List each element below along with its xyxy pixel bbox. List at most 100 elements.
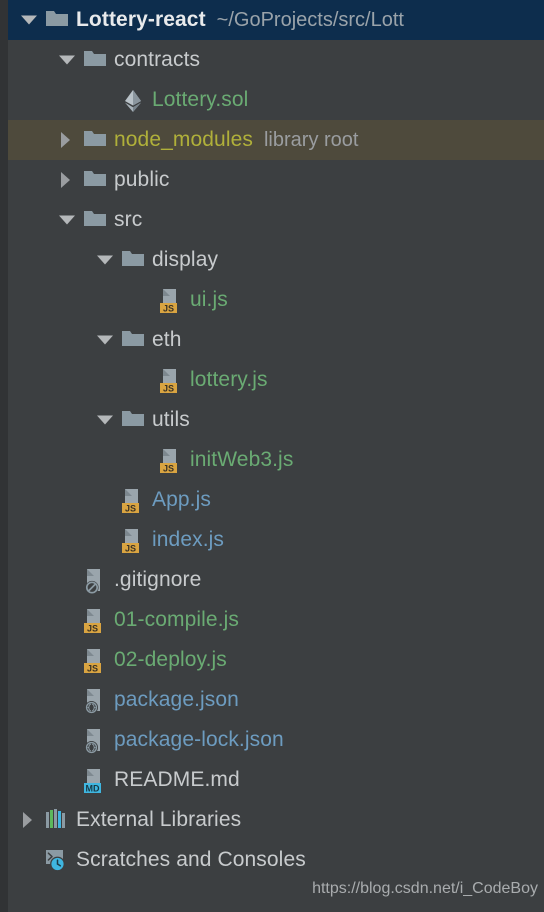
js-file-icon: JS (156, 360, 190, 400)
tree-arrow-placeholder (92, 80, 118, 120)
tree-arrow-placeholder (130, 280, 156, 320)
chevron-right-icon[interactable] (54, 160, 80, 200)
svg-text:JS: JS (125, 543, 136, 553)
tree-row[interactable]: package-lock.json (8, 720, 544, 760)
tree-row[interactable]: JS 02-deploy.js (8, 640, 544, 680)
tree-row[interactable]: .gitignore (8, 560, 544, 600)
chevron-right-icon[interactable] (16, 800, 42, 840)
tree-row[interactable]: Lottery.sol (8, 80, 544, 120)
tree-arrow-placeholder (92, 480, 118, 520)
gitignore-file-icon (80, 560, 114, 600)
tree-row-label: node_modules (114, 128, 253, 151)
tree-row-label: README.md (114, 768, 240, 791)
folder-icon (118, 400, 152, 440)
tree-row[interactable]: JS index.js (8, 520, 544, 560)
tree-arrow-placeholder (92, 520, 118, 560)
folder-icon (80, 160, 114, 200)
tree-row-label: package-lock.json (114, 728, 284, 751)
tree-row[interactable]: eth (8, 320, 544, 360)
js-file-icon: JS (118, 520, 152, 560)
svg-text:JS: JS (163, 303, 174, 313)
tree-row-annotation: library root (263, 129, 359, 151)
svg-text:JS: JS (163, 383, 174, 393)
tree-row-label: App.js (152, 488, 211, 511)
folder-icon (80, 200, 114, 240)
tree-arrow-placeholder (54, 600, 80, 640)
chevron-down-icon[interactable] (54, 40, 80, 80)
tree-arrow-placeholder (16, 840, 42, 880)
tree-row[interactable]: MD README.md (8, 760, 544, 800)
tree-row-label: public (114, 168, 170, 191)
tree-row-label: display (152, 248, 219, 271)
tree-row[interactable]: node_modules library root (8, 120, 544, 160)
tree-row[interactable]: JS initWeb3.js (8, 440, 544, 480)
js-file-icon: JS (80, 600, 114, 640)
external-libraries-icon (42, 800, 76, 840)
svg-text:JS: JS (125, 503, 136, 513)
watermark-text: https://blog.csdn.net/i_CodeBoy (312, 880, 538, 897)
tree-row-label: utils (152, 408, 190, 431)
solidity-ethereum-icon (118, 80, 152, 120)
tree-row[interactable]: src (8, 200, 544, 240)
svg-text:JS: JS (87, 623, 98, 633)
tree-arrow-placeholder (130, 440, 156, 480)
tree-row-label: initWeb3.js (190, 448, 294, 471)
tree-row[interactable]: contracts (8, 40, 544, 80)
folder-icon (42, 0, 76, 40)
js-file-icon: JS (80, 640, 114, 680)
tree-row-label: 01-compile.js (114, 608, 240, 631)
tree-row-label: eth (152, 328, 182, 351)
tree-row[interactable]: Scratches and Consoles (8, 840, 544, 880)
tree-row-label: External Libraries (76, 808, 242, 831)
tree-row-label: src (114, 208, 143, 231)
tree-row[interactable]: utils (8, 400, 544, 440)
json-file-icon (80, 680, 114, 720)
svg-text:JS: JS (87, 663, 98, 673)
project-file-tree[interactable]: Lottery-react ~/GoProjects/src/Lott contra… (8, 0, 544, 912)
tree-row[interactable]: JS ui.js (8, 280, 544, 320)
tree-row-label: Lottery-react (76, 8, 206, 31)
tree-row[interactable]: public (8, 160, 544, 200)
chevron-down-icon[interactable] (16, 0, 42, 40)
tree-row-label: 02-deploy.js (114, 648, 227, 671)
tree-arrow-placeholder (54, 640, 80, 680)
tree-arrow-placeholder (130, 360, 156, 400)
tree-row-label: package.json (114, 688, 239, 711)
tree-row-label: .gitignore (114, 568, 202, 591)
tree-row-label: lottery.js (190, 368, 268, 391)
tree-scrollbar-gutter[interactable] (0, 0, 8, 912)
js-file-icon: JS (118, 480, 152, 520)
folder-icon (80, 120, 114, 160)
project-tool-window: Lottery-react ~/GoProjects/src/Lott contra… (0, 0, 544, 912)
tree-row[interactable]: External Libraries (8, 800, 544, 840)
tree-arrow-placeholder (54, 720, 80, 760)
tree-arrow-placeholder (54, 560, 80, 600)
tree-arrow-placeholder (54, 680, 80, 720)
tree-row-label: Lottery.sol (152, 88, 249, 111)
svg-text:JS: JS (163, 463, 174, 473)
chevron-down-icon[interactable] (92, 320, 118, 360)
tree-arrow-placeholder (54, 760, 80, 800)
js-file-icon: JS (156, 440, 190, 480)
tree-row[interactable]: package.json (8, 680, 544, 720)
chevron-down-icon[interactable] (54, 200, 80, 240)
tree-row-label: Scratches and Consoles (76, 848, 306, 871)
tree-row[interactable]: JS lottery.js (8, 360, 544, 400)
json-file-icon (80, 720, 114, 760)
folder-icon (80, 40, 114, 80)
chevron-down-icon[interactable] (92, 400, 118, 440)
tree-row-label: contracts (114, 48, 201, 71)
scratches-consoles-icon (42, 840, 76, 880)
js-file-icon: JS (156, 280, 190, 320)
tree-row[interactable]: JS App.js (8, 480, 544, 520)
folder-icon (118, 320, 152, 360)
folder-icon (118, 240, 152, 280)
tree-row-annotation: ~/GoProjects/src/Lott (216, 9, 404, 31)
tree-row[interactable]: Lottery-react ~/GoProjects/src/Lott (8, 0, 544, 40)
chevron-right-icon[interactable] (54, 120, 80, 160)
tree-row-label: index.js (152, 528, 225, 551)
tree-row[interactable]: display (8, 240, 544, 280)
markdown-file-icon: MD (80, 760, 114, 800)
tree-row[interactable]: JS 01-compile.js (8, 600, 544, 640)
chevron-down-icon[interactable] (92, 240, 118, 280)
